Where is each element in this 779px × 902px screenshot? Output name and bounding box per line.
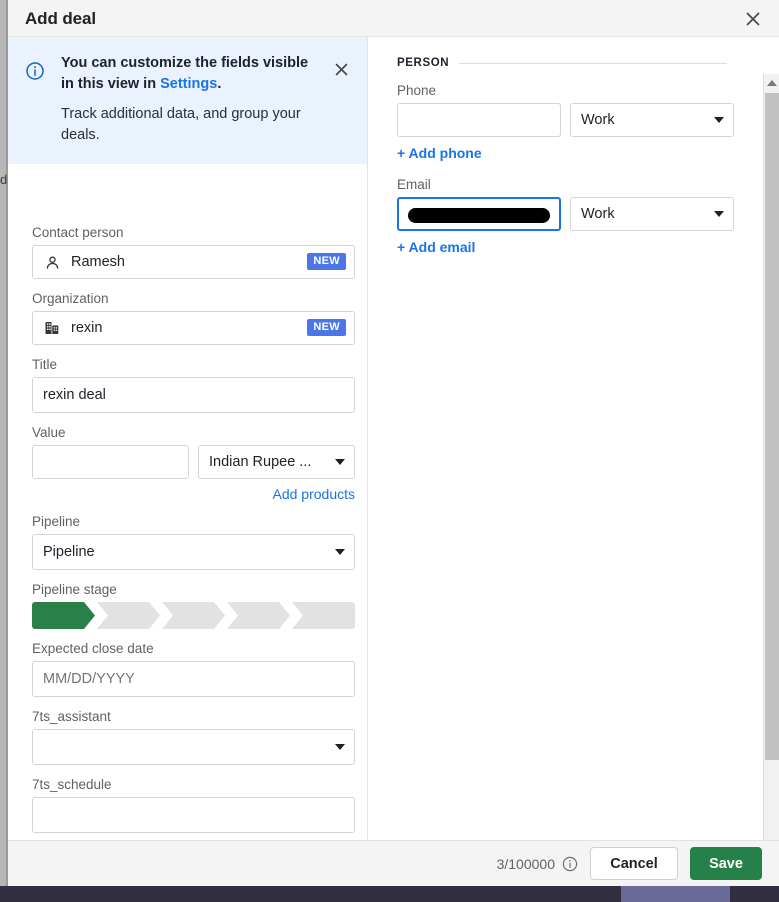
chevron-down-icon xyxy=(335,459,345,465)
add-deal-dialog: Add deal xyxy=(8,0,779,886)
7ts-assistant-select[interactable] xyxy=(32,729,355,765)
banner-headline-post: . xyxy=(217,76,221,92)
building-icon xyxy=(43,319,61,337)
email-type-select[interactable]: Work xyxy=(570,197,734,231)
banner-text: You can customize the fields visible in … xyxy=(61,53,323,146)
right-column: PERSON Phone Work + Add p xyxy=(369,37,755,840)
value-row: Indian Rupee ... xyxy=(32,445,355,479)
dialog-body: You can customize the fields visible in … xyxy=(8,37,779,840)
pipeline-stage-2[interactable] xyxy=(97,602,160,629)
chevron-down-icon xyxy=(714,211,724,217)
person-form: PERSON Phone Work + Add p xyxy=(369,37,755,255)
info-circle-icon xyxy=(25,61,45,81)
add-products-link[interactable]: Add products xyxy=(32,486,355,502)
field-contact-person: Contact person Ramesh NEW xyxy=(32,225,355,279)
chevron-down-icon xyxy=(335,549,345,555)
deal-form: Contact person Ramesh NEW xyxy=(8,213,367,840)
taskbar-active-item[interactable] xyxy=(621,886,730,902)
currency-select-value: Indian Rupee ... xyxy=(209,454,311,470)
pipeline-stage-label: Pipeline stage xyxy=(32,582,355,597)
character-count: 3/100000 xyxy=(497,856,578,872)
7ts-assistant-label: 7ts_assistant xyxy=(32,709,355,724)
scrollbar-thumb[interactable] xyxy=(765,93,779,760)
person-section-header: PERSON xyxy=(397,57,727,69)
value-input[interactable] xyxy=(32,445,189,479)
pipeline-stage-5[interactable] xyxy=(292,602,355,629)
field-email: Email Work + Add email xyxy=(397,177,727,255)
7ts-schedule-label: 7ts_schedule xyxy=(32,777,355,792)
chevron-down-icon xyxy=(714,117,724,123)
section-divider xyxy=(459,63,727,64)
email-label: Email xyxy=(397,177,727,192)
phone-type-select[interactable]: Work xyxy=(570,103,734,137)
email-input[interactable] xyxy=(397,197,561,231)
pipeline-stage-3[interactable] xyxy=(162,602,225,629)
pipeline-stage-bar[interactable] xyxy=(32,602,355,629)
left-column: You can customize the fields visible in … xyxy=(8,37,368,840)
dialog-scrollbar[interactable] xyxy=(763,74,779,840)
taskbar xyxy=(0,886,779,902)
contact-person-label: Contact person xyxy=(32,225,355,240)
contact-person-input[interactable]: Ramesh NEW xyxy=(32,245,355,279)
banner-headline: You can customize the fields visible in … xyxy=(61,53,323,95)
contact-person-value: Ramesh xyxy=(71,254,125,270)
close-icon[interactable] xyxy=(739,5,767,33)
background-page-content xyxy=(0,0,6,886)
phone-input[interactable] xyxy=(397,103,561,137)
pipeline-stage-4[interactable] xyxy=(227,602,290,629)
currency-select[interactable]: Indian Rupee ... xyxy=(198,445,355,479)
expected-close-date-input[interactable]: MM/DD/YYYY xyxy=(32,661,355,697)
value-label: Value xyxy=(32,425,355,440)
pipeline-select[interactable]: Pipeline xyxy=(32,534,355,570)
character-count-value: 3/100000 xyxy=(497,856,555,872)
add-phone-link[interactable]: + Add phone xyxy=(397,145,727,161)
info-circle-icon[interactable] xyxy=(562,856,578,872)
title-input[interactable]: rexin deal xyxy=(32,377,355,413)
screen: d Add deal xyxy=(0,0,779,902)
title-label: Title xyxy=(32,357,355,372)
customize-fields-banner: You can customize the fields visible in … xyxy=(8,37,367,164)
phone-row: Work xyxy=(397,103,727,137)
dialog-footer: 3/100000 Cancel Save xyxy=(8,840,779,886)
pipeline-label: Pipeline xyxy=(32,514,355,529)
pipeline-select-value: Pipeline xyxy=(43,544,95,560)
field-organization: Organization xyxy=(32,291,355,345)
organization-label: Organization xyxy=(32,291,355,306)
page-title: Add deal xyxy=(25,9,96,29)
dialog-header: Add deal xyxy=(8,0,779,37)
email-row: Work xyxy=(397,197,727,231)
phone-label: Phone xyxy=(397,83,727,98)
banner-close-icon[interactable] xyxy=(331,59,351,79)
email-type-value: Work xyxy=(581,206,615,222)
field-7ts-schedule: 7ts_schedule xyxy=(32,777,355,833)
redacted-email-value xyxy=(408,208,550,223)
contact-person-new-badge: NEW xyxy=(307,253,346,270)
organization-value: rexin xyxy=(71,320,102,336)
save-button[interactable]: Save xyxy=(690,847,762,880)
pipeline-stage-1[interactable] xyxy=(32,602,95,629)
field-phone: Phone Work + Add phone xyxy=(397,83,727,161)
phone-type-value: Work xyxy=(581,112,615,128)
background-page: d xyxy=(0,0,8,886)
field-pipeline: Pipeline Pipeline xyxy=(32,514,355,570)
background-text-fragment: d xyxy=(0,172,8,187)
cancel-button[interactable]: Cancel xyxy=(590,847,678,880)
settings-link[interactable]: Settings xyxy=(160,76,217,92)
banner-subtext: Track additional data, and group your de… xyxy=(61,104,323,146)
field-expected-close-date: Expected close date MM/DD/YYYY xyxy=(32,641,355,697)
7ts-schedule-input[interactable] xyxy=(32,797,355,833)
person-icon xyxy=(43,253,61,271)
organization-input[interactable]: rexin NEW xyxy=(32,311,355,345)
chevron-down-icon xyxy=(335,744,345,750)
field-title: Title rexin deal xyxy=(32,357,355,413)
scroll-up-icon[interactable] xyxy=(764,74,779,91)
field-pipeline-stage: Pipeline stage xyxy=(32,582,355,629)
field-value: Value Indian Rupee ... Add products xyxy=(32,425,355,502)
expected-close-date-label: Expected close date xyxy=(32,641,355,656)
organization-new-badge: NEW xyxy=(307,319,346,336)
field-7ts-assistant: 7ts_assistant xyxy=(32,709,355,765)
person-section-label: PERSON xyxy=(397,57,449,69)
add-email-link[interactable]: + Add email xyxy=(397,239,727,255)
